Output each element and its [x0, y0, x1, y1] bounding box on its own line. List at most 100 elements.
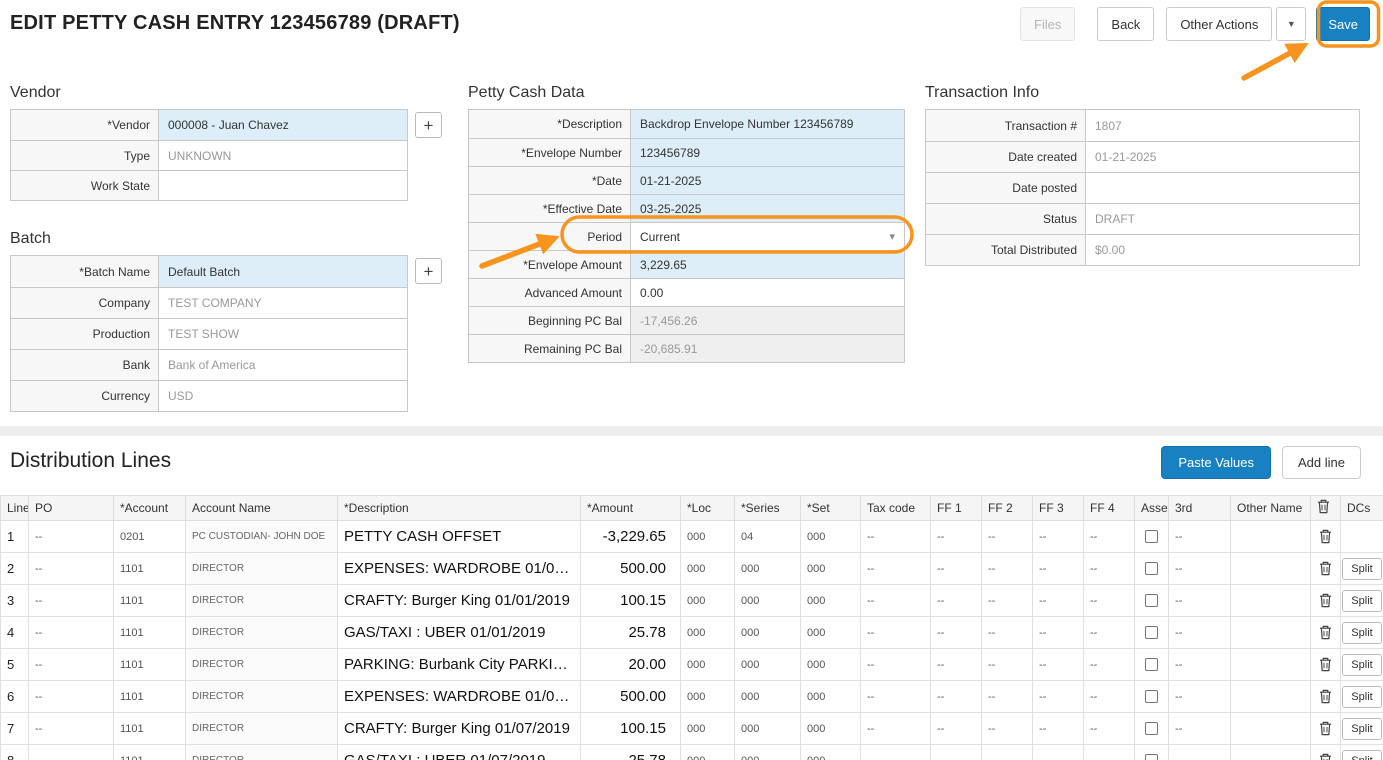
other-name-cell[interactable] — [1230, 520, 1311, 553]
loc-cell[interactable]: 000 — [680, 616, 735, 649]
field-envelope-amount-value[interactable]: 3,229.65 — [631, 251, 904, 278]
split-button[interactable]: Split — [1342, 685, 1382, 708]
ff4-cell[interactable]: -- — [1083, 744, 1135, 760]
split-button[interactable]: Split — [1342, 717, 1382, 740]
tax-code-cell[interactable]: -- — [860, 584, 931, 617]
field-vendor-value[interactable]: 000008 - Juan Chavez — [159, 110, 407, 140]
other-name-cell[interactable] — [1230, 552, 1311, 585]
third-party-cell[interactable]: -- — [1168, 712, 1231, 745]
field-date-value[interactable]: 01-21-2025 — [631, 167, 904, 194]
loc-cell[interactable]: 000 — [680, 520, 735, 553]
tax-code-cell[interactable]: -- — [860, 616, 931, 649]
account-cell[interactable]: 1101 — [113, 648, 186, 681]
split-button[interactable]: Split — [1342, 749, 1382, 760]
ff4-cell[interactable]: -- — [1083, 520, 1135, 553]
set-cell[interactable]: 000 — [800, 680, 861, 713]
description-cell[interactable]: EXPENSES: WARDROBE 01/07/2019 — [337, 680, 581, 713]
ff2-cell[interactable]: -- — [981, 584, 1033, 617]
series-cell[interactable]: 000 — [734, 584, 801, 617]
ff3-cell[interactable]: -- — [1032, 616, 1084, 649]
ff3-cell[interactable]: -- — [1032, 680, 1084, 713]
ff3-cell[interactable]: -- — [1032, 584, 1084, 617]
account-cell[interactable]: 1101 — [113, 552, 186, 585]
set-cell[interactable]: 000 — [800, 552, 861, 585]
ff1-cell[interactable]: -- — [930, 712, 982, 745]
split-button[interactable]: Split — [1342, 621, 1382, 644]
amount-cell[interactable]: 100.15 — [580, 584, 681, 617]
tax-code-cell[interactable]: -- — [860, 520, 931, 553]
amount-cell[interactable]: -3,229.65 — [580, 520, 681, 553]
amount-cell[interactable]: 25.78 — [580, 616, 681, 649]
other-actions-caret-button[interactable]: ▼ — [1276, 7, 1307, 41]
ff3-cell[interactable]: -- — [1032, 648, 1084, 681]
field-envelope-number-value[interactable]: 123456789 — [631, 139, 904, 166]
ff2-cell[interactable]: -- — [981, 680, 1033, 713]
ff1-cell[interactable]: -- — [930, 744, 982, 760]
po-cell[interactable]: -- — [28, 712, 114, 745]
loc-cell[interactable]: 000 — [680, 648, 735, 681]
asset-checkbox[interactable] — [1145, 562, 1158, 575]
po-cell[interactable]: -- — [28, 680, 114, 713]
ff4-cell[interactable]: -- — [1083, 680, 1135, 713]
po-cell[interactable]: -- — [28, 744, 114, 760]
ff1-cell[interactable]: -- — [930, 520, 982, 553]
tax-code-cell[interactable]: -- — [860, 552, 931, 585]
account-cell[interactable]: 1101 — [113, 616, 186, 649]
delete-row-button[interactable] — [1316, 687, 1335, 706]
po-cell[interactable]: -- — [28, 520, 114, 553]
field-description-value[interactable]: Backdrop Envelope Number 123456789 — [631, 110, 904, 138]
account-cell[interactable]: 1101 — [113, 744, 186, 760]
paste-values-button[interactable]: Paste Values — [1161, 446, 1271, 479]
delete-row-button[interactable] — [1316, 751, 1335, 760]
asset-checkbox[interactable] — [1145, 626, 1158, 639]
ff3-cell[interactable]: -- — [1032, 744, 1084, 760]
series-cell[interactable]: 000 — [734, 712, 801, 745]
series-cell[interactable]: 000 — [734, 552, 801, 585]
add-batch-button[interactable]: + — [415, 258, 442, 284]
tax-code-cell[interactable]: -- — [860, 680, 931, 713]
set-cell[interactable]: 000 — [800, 520, 861, 553]
third-party-cell[interactable]: -- — [1168, 552, 1231, 585]
delete-row-button[interactable] — [1316, 527, 1335, 546]
third-party-cell[interactable]: -- — [1168, 648, 1231, 681]
account-cell[interactable]: 0201 — [113, 520, 186, 553]
other-name-cell[interactable] — [1230, 584, 1311, 617]
delete-row-button[interactable] — [1316, 623, 1335, 642]
series-cell[interactable]: 000 — [734, 680, 801, 713]
ff1-cell[interactable]: -- — [930, 584, 982, 617]
ff4-cell[interactable]: -- — [1083, 552, 1135, 585]
series-cell[interactable]: 04 — [734, 520, 801, 553]
delete-row-button[interactable] — [1316, 719, 1335, 738]
amount-cell[interactable]: 500.00 — [580, 680, 681, 713]
amount-cell[interactable]: 25.78 — [580, 744, 681, 760]
delete-row-button[interactable] — [1316, 655, 1335, 674]
description-cell[interactable]: GAS/TAXI : UBER 01/01/2019 — [337, 616, 581, 649]
po-cell[interactable]: -- — [28, 648, 114, 681]
field-advanced-amount-value[interactable]: 0.00 — [631, 279, 904, 306]
set-cell[interactable]: 000 — [800, 616, 861, 649]
description-cell[interactable]: CRAFTY: Burger King 01/07/2019 — [337, 712, 581, 745]
field-effective-date-value[interactable]: 03-25-2025 — [631, 195, 904, 222]
back-button[interactable]: Back — [1097, 7, 1155, 41]
other-name-cell[interactable] — [1230, 712, 1311, 745]
asset-checkbox[interactable] — [1145, 658, 1158, 671]
ff3-cell[interactable]: -- — [1032, 520, 1084, 553]
loc-cell[interactable]: 000 — [680, 744, 735, 760]
amount-cell[interactable]: 500.00 — [580, 552, 681, 585]
tax-code-cell[interactable]: -- — [860, 712, 931, 745]
ff4-cell[interactable]: -- — [1083, 584, 1135, 617]
other-name-cell[interactable] — [1230, 616, 1311, 649]
amount-cell[interactable]: 20.00 — [580, 648, 681, 681]
loc-cell[interactable]: 000 — [680, 712, 735, 745]
description-cell[interactable]: PARKING: Burbank City PARKING 01/01/2019 — [337, 648, 581, 681]
third-party-cell[interactable]: -- — [1168, 584, 1231, 617]
asset-checkbox[interactable] — [1145, 530, 1158, 543]
po-cell[interactable]: -- — [28, 552, 114, 585]
set-cell[interactable]: 000 — [800, 648, 861, 681]
amount-cell[interactable]: 100.15 — [580, 712, 681, 745]
po-cell[interactable]: -- — [28, 616, 114, 649]
split-button[interactable]: Split — [1342, 653, 1382, 676]
loc-cell[interactable]: 000 — [680, 680, 735, 713]
ff1-cell[interactable]: -- — [930, 552, 982, 585]
account-cell[interactable]: 1101 — [113, 680, 186, 713]
